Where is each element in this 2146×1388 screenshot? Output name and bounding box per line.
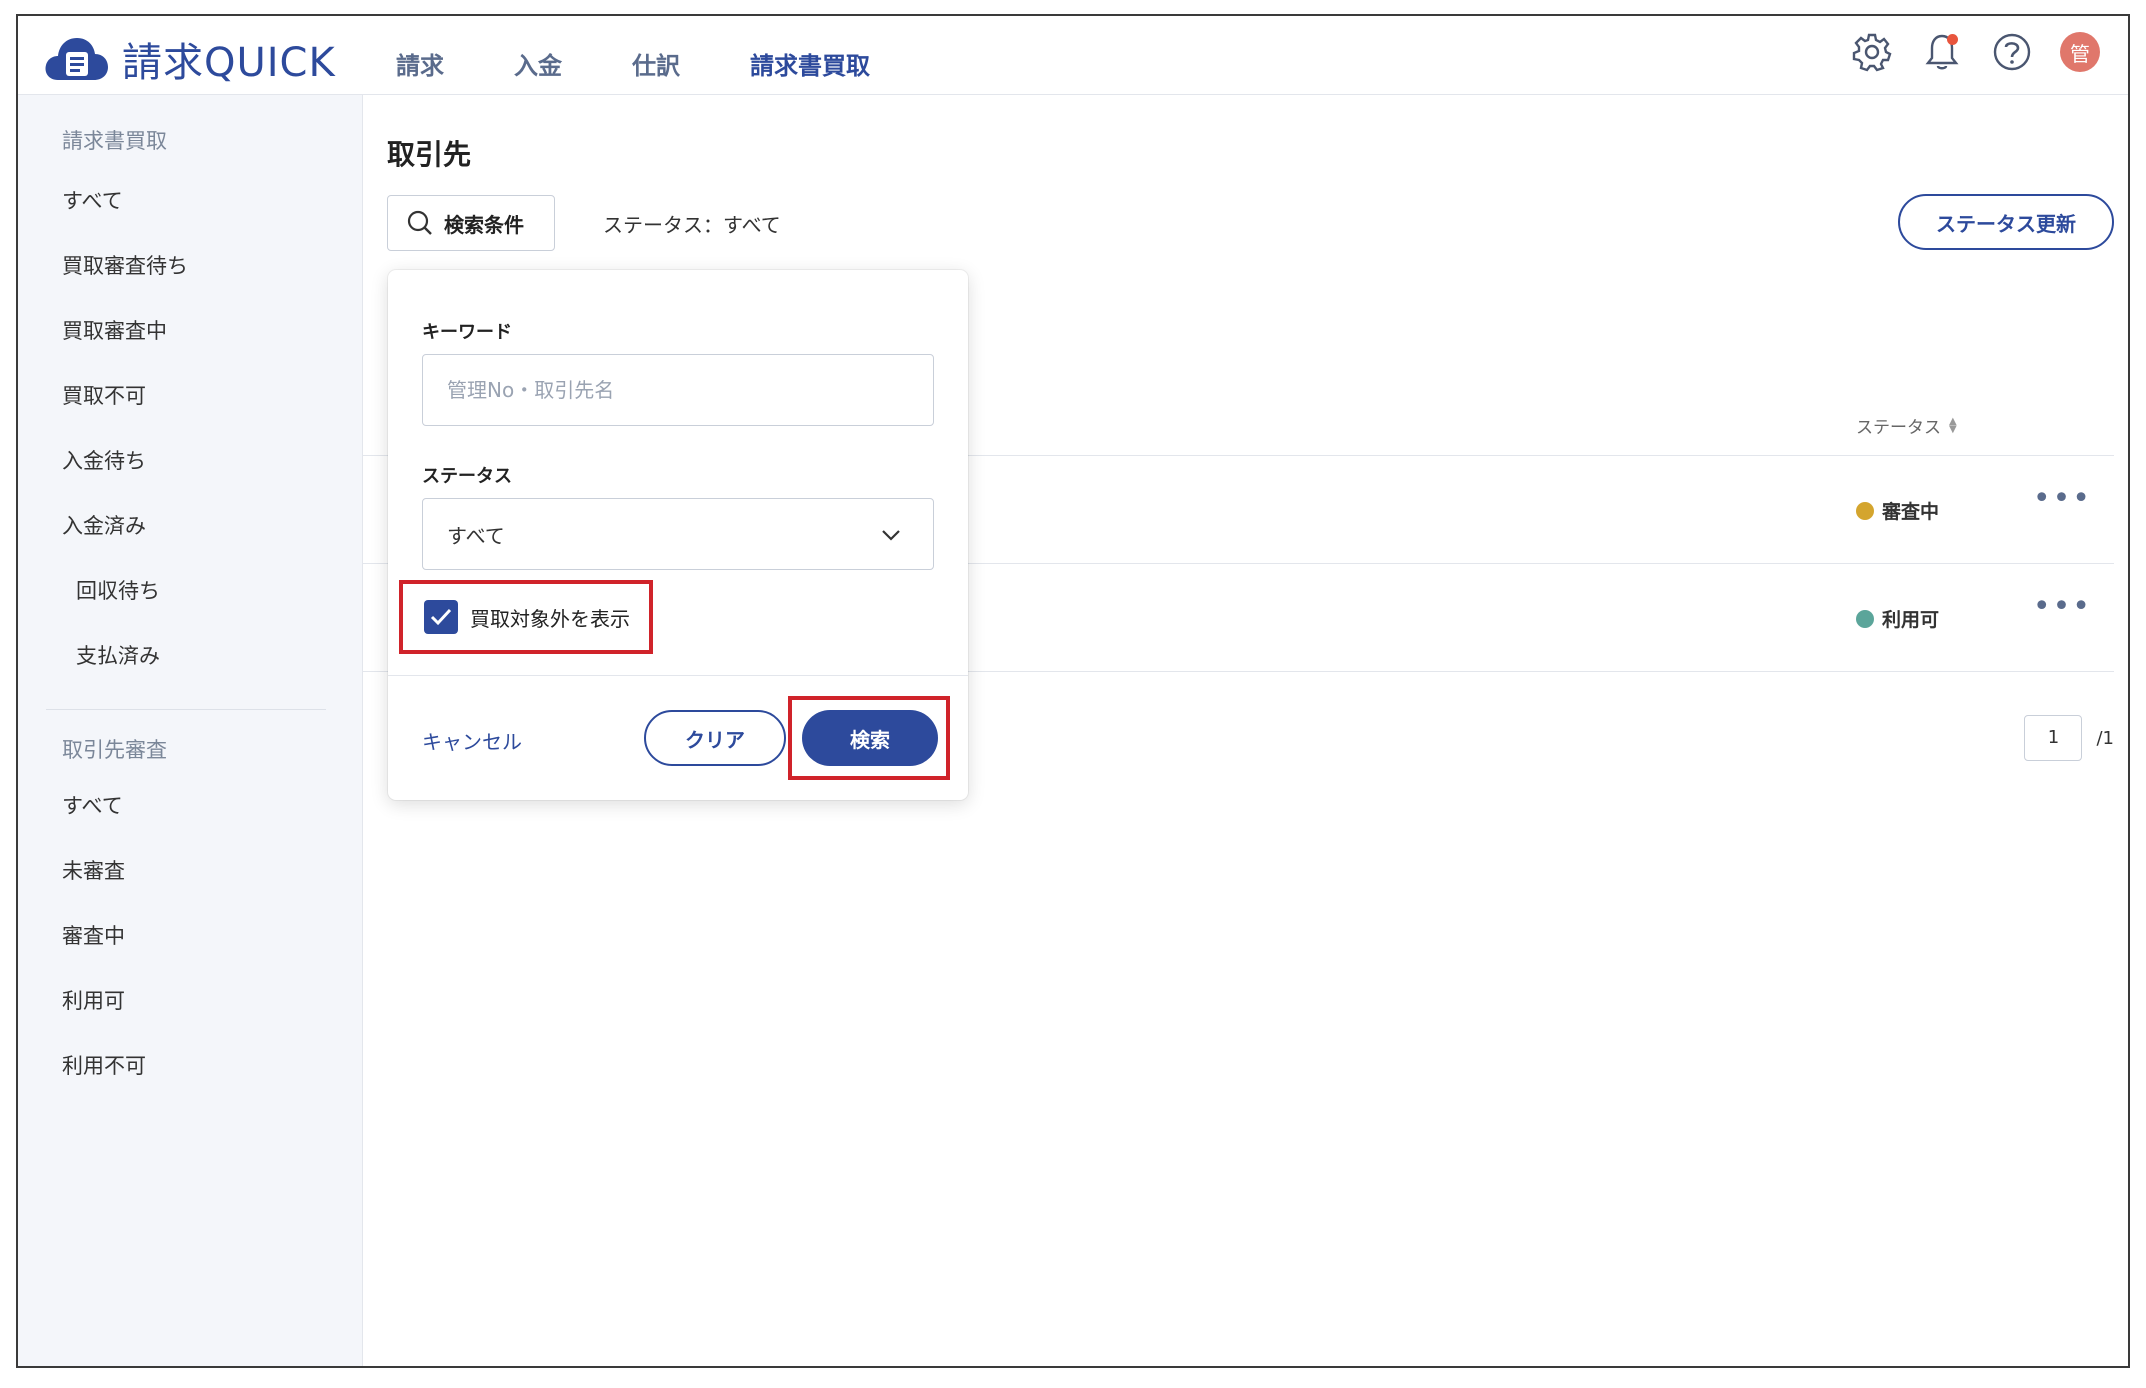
- keyword-label: キーワード: [422, 322, 512, 343]
- table-header-status[interactable]: ステータス ▲ ▼: [1856, 413, 1957, 438]
- sidebar-item-awaiting-payment[interactable]: 入金待ち: [18, 429, 362, 494]
- top-header: 請求QUICK 請求 入金 仕訳 請求書買取 管: [18, 16, 2128, 95]
- show-excluded-label: 買取対象外を表示: [470, 606, 630, 631]
- search-popover: キーワード ステータス すべて 買取対象外を表示 キャンセル: [388, 270, 968, 800]
- status-badge: 審査中: [1856, 497, 1939, 524]
- search-conditions-button[interactable]: 検索条件: [387, 195, 555, 251]
- sidebar-item-awaiting-collection[interactable]: 回収待ち: [18, 559, 362, 624]
- status-badge: 利用可: [1856, 605, 1939, 632]
- search-submit-button[interactable]: 検索: [802, 710, 938, 766]
- sidebar-item-unreviewed[interactable]: 未審査: [18, 839, 362, 904]
- logo[interactable]: 請求QUICK: [44, 30, 336, 88]
- gear-icon[interactable]: [1850, 30, 1894, 74]
- sidebar-section-title-factoring: 請求書買取: [62, 129, 167, 153]
- status-column-label: ステータス: [1856, 418, 1941, 438]
- sort-icon: ▲ ▼: [1949, 415, 1957, 435]
- status-select[interactable]: すべて: [422, 498, 934, 570]
- help-icon[interactable]: [1990, 30, 2034, 74]
- chevron-down-icon: [882, 530, 900, 541]
- checkbox-checked-icon: [424, 600, 458, 634]
- status-filter-summary: ステータス：すべて: [603, 213, 781, 237]
- logo-cloud-icon: [45, 38, 108, 80]
- sidebar-item-unavailable[interactable]: 利用不可: [18, 1034, 362, 1099]
- pagination: 1 /1: [2024, 715, 2114, 761]
- sidebar: 請求書買取 すべて 買取審査待ち 買取審査中 買取不可 入金待ち 入金済み 回収…: [18, 95, 363, 1366]
- sidebar-item-reviewing[interactable]: 審査中: [18, 904, 362, 969]
- nav-item-invoice-factoring[interactable]: 請求書買取: [750, 46, 870, 81]
- sidebar-item-payment-done[interactable]: 支払済み: [18, 624, 362, 689]
- page-number-input[interactable]: 1: [2024, 715, 2083, 761]
- status-label: ステータス: [422, 466, 512, 487]
- sidebar-item-not-purchasable[interactable]: 買取不可: [18, 364, 362, 429]
- avatar[interactable]: 管: [2060, 32, 2100, 72]
- sidebar-item-available[interactable]: 利用可: [18, 969, 362, 1034]
- sidebar-item-all[interactable]: すべて: [18, 169, 362, 234]
- status-text: 審査中: [1882, 501, 1940, 523]
- status-dot: [1856, 501, 1874, 520]
- cancel-button[interactable]: キャンセル: [422, 726, 522, 755]
- sidebar-section-title-partner-review: 取引先審査: [62, 738, 167, 762]
- app-window: 請求QUICK 請求 入金 仕訳 請求書買取 管 請求書買取 すべて 買取審査待…: [16, 14, 2130, 1368]
- row-more-icon[interactable]: •••: [2033, 589, 2092, 624]
- status-dot: [1856, 609, 1874, 628]
- notification-dot: [1947, 34, 1958, 45]
- popover-divider: [388, 675, 968, 676]
- keyword-input[interactable]: [422, 354, 934, 426]
- page-title: 取引先: [387, 138, 472, 171]
- status-text: 利用可: [1882, 609, 1940, 631]
- show-excluded-checkbox[interactable]: 買取対象外を表示: [424, 600, 630, 634]
- top-nav: 請求 入金 仕訳 請求書買取: [396, 46, 940, 81]
- sidebar-item-awaiting-review[interactable]: 買取審査待ち: [18, 234, 362, 299]
- search-conditions-label: 検索条件: [444, 212, 524, 237]
- header-icons: 管: [1824, 30, 2100, 74]
- logo-text: 請求QUICK: [122, 40, 336, 86]
- clear-button[interactable]: クリア: [644, 710, 786, 766]
- sidebar-item-paid[interactable]: 入金済み: [18, 494, 362, 559]
- bell-icon[interactable]: [1920, 30, 1964, 74]
- nav-item-payment[interactable]: 入金: [514, 46, 562, 81]
- nav-item-invoice[interactable]: 請求: [396, 46, 444, 81]
- sidebar-divider: [46, 709, 326, 710]
- status-select-value: すべて: [447, 523, 505, 548]
- page-total: /1: [2096, 727, 2114, 749]
- nav-item-journal[interactable]: 仕訳: [632, 46, 680, 81]
- main-content: 取引先 検索条件 ステータス：すべて ステータス更新 ステータス ▲ ▼ 審査中 …: [363, 95, 2128, 1366]
- row-more-icon[interactable]: •••: [2033, 481, 2092, 516]
- sidebar-item-partner-all[interactable]: すべて: [18, 774, 362, 839]
- status-update-button[interactable]: ステータス更新: [1898, 194, 2114, 250]
- search-icon: [407, 210, 432, 235]
- sidebar-item-under-review[interactable]: 買取審査中: [18, 299, 362, 364]
